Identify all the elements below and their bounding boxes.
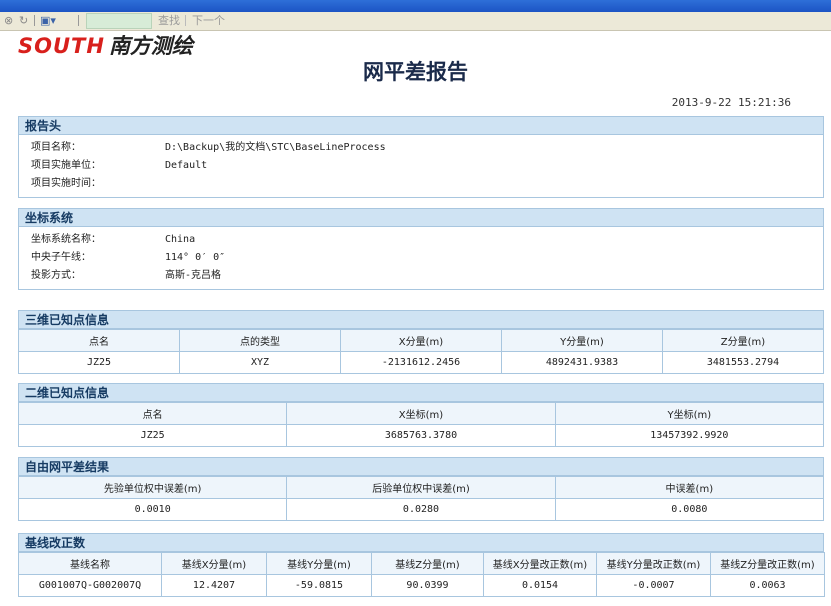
kv-label: 项目名称： — [31, 142, 81, 153]
table-row: JZ25 3685763.3780 13457392.9920 — [17, 424, 825, 447]
col-header: 后验单位权中误差(m) — [286, 476, 556, 499]
find-next-link[interactable]: 下一个 — [192, 14, 225, 27]
table-cell: 0.0154 — [483, 574, 597, 597]
section-title: 坐标系统 — [18, 208, 824, 227]
col-header: 基线名称 — [18, 552, 162, 575]
table-row: G001007Q-G002007Q 12.4207 -59.0815 90.03… — [18, 574, 825, 597]
col-header: 基线Y分量改正数(m) — [596, 552, 711, 575]
find-link[interactable]: 查找 — [158, 14, 180, 27]
kv-label: 项目实施时间： — [31, 178, 101, 189]
table-cell: G001007Q-G002007Q — [18, 574, 162, 597]
col-header: 点名 — [18, 329, 180, 352]
col-header: 基线Y分量(m) — [266, 552, 372, 575]
col-header: 先验单位权中误差(m) — [17, 476, 288, 499]
save-icon[interactable]: ▣▾ — [40, 14, 56, 27]
kv-value: China — [165, 234, 196, 245]
kv-row: 项目实施时间： — [19, 175, 823, 193]
section-title: 二维已知点信息 — [18, 383, 824, 402]
section-title: 基线改正数 — [18, 533, 824, 552]
company-logo: SOUTH 南方测绘 — [18, 34, 193, 58]
kv-label: 坐标系统名称： — [31, 234, 101, 245]
kv-value: 高斯-克吕格 — [165, 270, 222, 281]
kv-value: Default — [165, 160, 208, 171]
section-title: 报告头 — [18, 116, 824, 135]
col-header: 中误差(m) — [554, 476, 825, 499]
table-cell: 3481553.2794 — [662, 351, 824, 374]
table-row: 0.0010 0.0280 0.0080 — [17, 498, 825, 521]
col-header: 点名 — [17, 402, 288, 425]
kv-list: 坐标系统名称： China 中央子午线： 114° 0′ 0″ 投影方式： 高斯-克吕… — [18, 227, 824, 290]
logo-south: SOUTH — [18, 34, 105, 58]
table-cell: JZ25 — [18, 351, 180, 374]
toolbar-separator — [34, 15, 35, 26]
col-header: 基线X分量(m) — [161, 552, 267, 575]
table-cell: 0.0063 — [710, 574, 825, 597]
kv-label: 中央子午线： — [31, 252, 91, 263]
col-header: X分量(m) — [340, 329, 502, 352]
kv-label: 投影方式： — [31, 270, 81, 281]
baseline-table: 基线名称 基线X分量(m) 基线Y分量(m) 基线Z分量(m) 基线X分量改正数… — [18, 552, 825, 597]
known-2d-table: 点名 X坐标(m) Y坐标(m) JZ25 3685763.3780 13457… — [17, 402, 825, 447]
section-known-2d: 二维已知点信息 点名 X坐标(m) Y坐标(m) JZ25 3685763.37… — [17, 383, 825, 447]
section-baseline-correction: 基线改正数 基线名称 基线X分量(m) 基线Y分量(m) 基线Z分量(m) 基线… — [18, 533, 825, 597]
col-header: 点的类型 — [179, 329, 341, 352]
kv-list: 项目名称： D:\Backup\我的文档\STC\BaseLineProcess … — [18, 135, 824, 198]
table-cell: 12.4207 — [161, 574, 267, 597]
table-row: JZ25 XYZ -2131612.2456 4892431.9383 3481… — [18, 351, 824, 374]
kv-value: 114° 0′ 0″ — [165, 252, 226, 263]
toolbar-separator — [78, 15, 79, 26]
free-adjustment-table: 先验单位权中误差(m) 后验单位权中误差(m) 中误差(m) 0.0010 0.… — [17, 476, 825, 521]
table-cell: JZ25 — [17, 424, 288, 447]
section-title: 自由网平差结果 — [18, 457, 824, 476]
col-header: X坐标(m) — [286, 402, 556, 425]
kv-row: 项目实施单位： Default — [19, 157, 823, 175]
window-titlebar — [0, 0, 831, 12]
kv-row: 项目名称： D:\Backup\我的文档\STC\BaseLineProcess — [19, 139, 823, 157]
section-free-adjustment: 自由网平差结果 先验单位权中误差(m) 后验单位权中误差(m) 中误差(m) 0… — [17, 457, 825, 521]
section-report-header: 报告头 项目名称： D:\Backup\我的文档\STC\BaseLineProc… — [18, 116, 824, 198]
kv-row: 投影方式： 高斯-克吕格 — [19, 267, 823, 285]
table-cell: 4892431.9383 — [501, 351, 663, 374]
refresh-icon[interactable]: ↻ — [19, 14, 28, 27]
table-cell: 3685763.3780 — [286, 424, 556, 447]
table-cell: -59.0815 — [266, 574, 372, 597]
toolbar: ⊗ ↻ ▣▾ 查找 下一个 — [0, 12, 831, 31]
stop-icon[interactable]: ⊗ — [4, 14, 13, 27]
col-header: 基线Z分量改正数(m) — [710, 552, 825, 575]
table-cell: 0.0080 — [554, 498, 825, 521]
col-header: Y分量(m) — [501, 329, 663, 352]
section-title: 三维已知点信息 — [18, 310, 824, 329]
kv-row: 中央子午线： 114° 0′ 0″ — [19, 249, 823, 267]
col-header: Z分量(m) — [662, 329, 824, 352]
kv-label: 项目实施单位： — [31, 160, 101, 171]
search-input[interactable] — [86, 13, 152, 29]
table-cell: 0.0280 — [286, 498, 556, 521]
col-header: 基线X分量改正数(m) — [483, 552, 597, 575]
report-title: 网平差报告 — [363, 60, 468, 84]
kv-value: D:\Backup\我的文档\STC\BaseLineProcess — [165, 142, 386, 153]
table-cell: -0.0007 — [596, 574, 711, 597]
table-cell: 0.0010 — [17, 498, 288, 521]
known-3d-table: 点名 点的类型 X分量(m) Y分量(m) Z分量(m) JZ25 XYZ -2… — [18, 329, 824, 374]
table-cell: -2131612.2456 — [340, 351, 502, 374]
table-cell: 90.0399 — [371, 574, 484, 597]
table-cell: XYZ — [179, 351, 341, 374]
toolbar-separator — [185, 15, 186, 26]
col-header: 基线Z分量(m) — [371, 552, 484, 575]
col-header: Y坐标(m) — [554, 402, 825, 425]
logo-cn: 南方测绘 — [108, 34, 193, 58]
report-date: 2013-9-22 15:21:36 — [671, 96, 791, 109]
table-cell: 13457392.9920 — [554, 424, 825, 447]
section-coordinate-system: 坐标系统 坐标系统名称： China 中央子午线： 114° 0′ 0″ 投影方式：… — [18, 208, 824, 290]
section-known-3d: 三维已知点信息 点名 点的类型 X分量(m) Y分量(m) Z分量(m) JZ2… — [18, 310, 824, 374]
kv-row: 坐标系统名称： China — [19, 231, 823, 249]
